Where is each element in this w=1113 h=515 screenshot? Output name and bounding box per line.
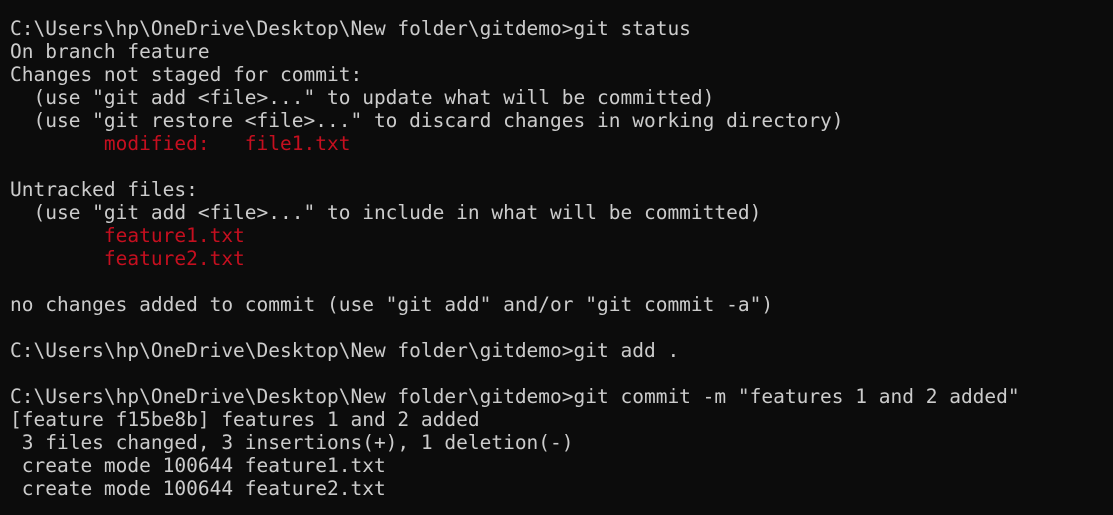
prompt-line-git-commit: C:\Users\hp\OneDrive\Desktop\New folder\… (10, 385, 1020, 408)
output-line: (use "git restore <file>..." to discard … (10, 109, 844, 132)
output-line: create mode 100644 feature2.txt (10, 477, 386, 500)
output-line: (use "git add <file>..." to include in w… (10, 201, 762, 224)
output-line: (use "git add <file>..." to update what … (10, 86, 715, 109)
untracked-file-line: feature2.txt (10, 247, 245, 270)
output-line: Untracked files: (10, 178, 198, 201)
output-line: 3 files changed, 3 insertions(+), 1 dele… (10, 431, 574, 454)
output-line: no changes added to commit (use "git add… (10, 293, 774, 316)
output-line: [feature f15be8b] features 1 and 2 added (10, 408, 480, 431)
output-line: Changes not staged for commit: (10, 63, 363, 86)
untracked-file-line: feature1.txt (10, 224, 245, 247)
modified-file-line: modified: file1.txt (10, 132, 351, 155)
output-line: On branch feature (10, 40, 210, 63)
terminal-window[interactable]: C:\Users\hp\OneDrive\Desktop\New folder\… (0, 0, 1113, 515)
output-line: create mode 100644 feature1.txt (10, 454, 386, 477)
prompt-line-git-add: C:\Users\hp\OneDrive\Desktop\New folder\… (10, 339, 680, 362)
prompt-line-git-status: C:\Users\hp\OneDrive\Desktop\New folder\… (10, 17, 691, 40)
